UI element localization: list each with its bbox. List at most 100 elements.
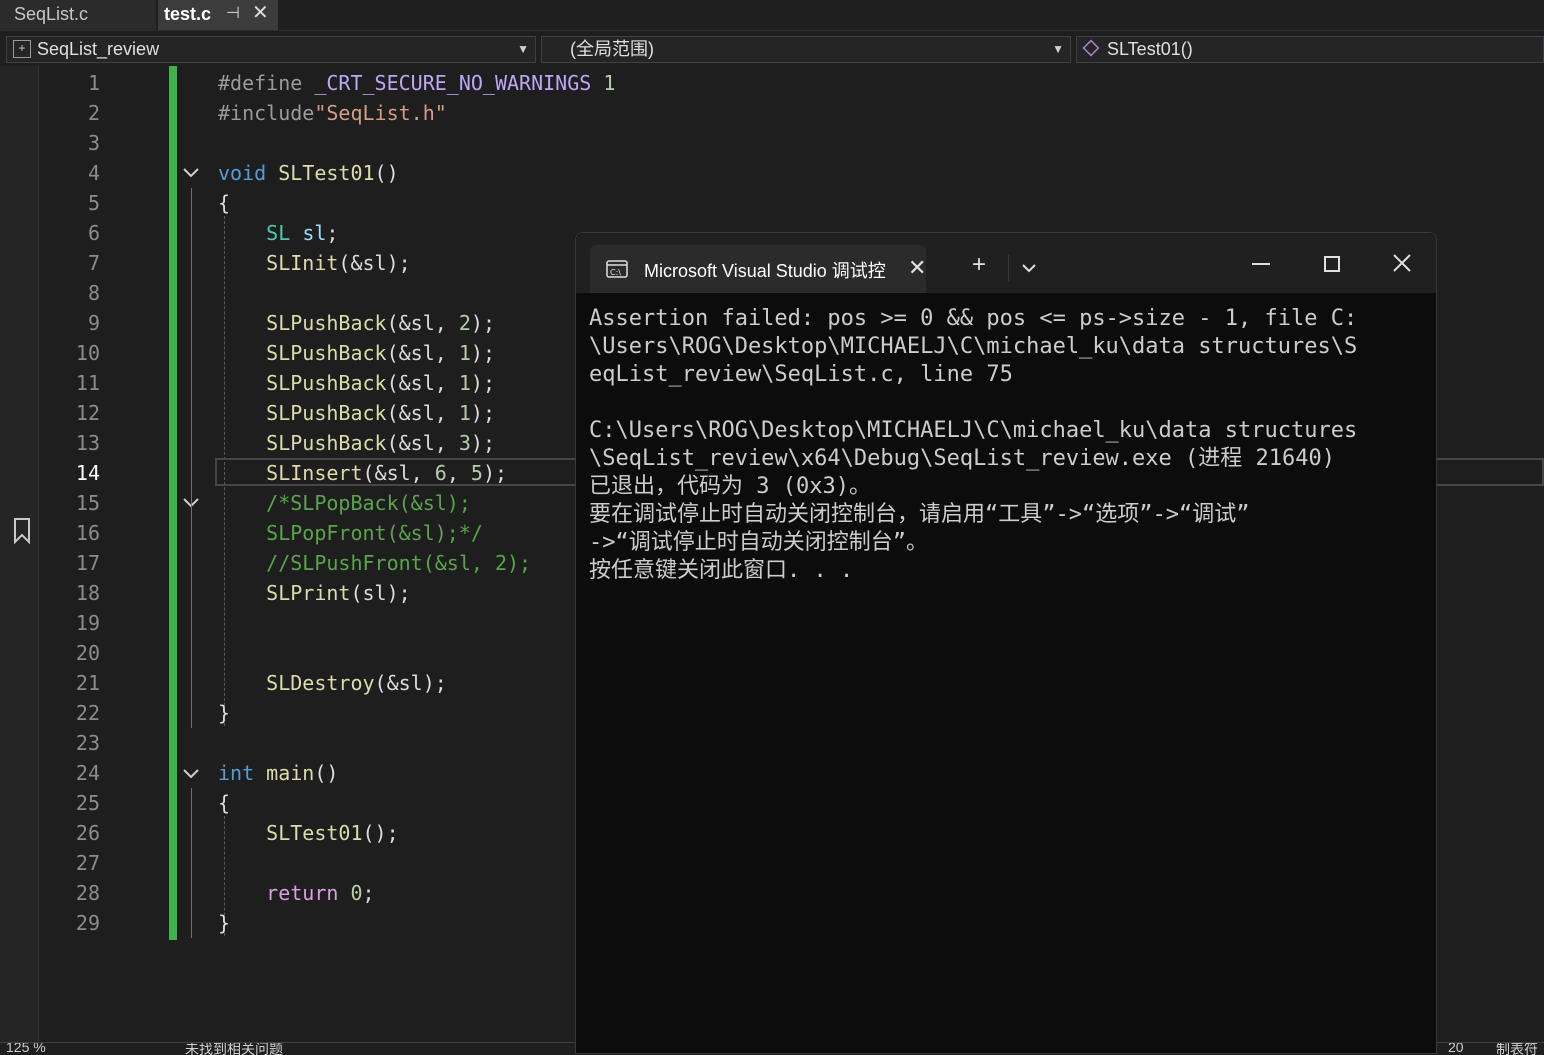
console-title-bar[interactable]: C:\ Microsoft Visual Studio 调试控 ✕ + [576,233,1436,293]
console-tab[interactable]: C:\ Microsoft Visual Studio 调试控 ✕ [590,245,926,293]
line-number: 3 [87,131,100,155]
code-line: SL sl; [266,221,339,245]
line-number: 14 [75,461,100,485]
line-number: 13 [75,431,100,455]
close-icon[interactable]: ✕ [908,255,926,281]
code-line: /*SLPopBack(&sl); [266,491,471,515]
console-line: 要在调试停止时自动关闭控制台，请启用“工具”->“选项”->“调试” [589,502,1250,527]
line-number: 11 [75,371,100,395]
issues-status[interactable]: 未找到相关问题 [185,1043,283,1055]
pin-icon[interactable]: ⊣ [226,0,240,28]
member-dropdown[interactable]: SLTest01() [1076,36,1544,63]
code-line: #define _CRT_SECURE_NO_WARNINGS 1 [218,71,616,95]
line-number: 26 [75,821,100,845]
project-name: SeqList_review [37,39,160,59]
chevron-down-icon: ▼ [517,42,529,56]
method-cube-icon [1082,39,1100,57]
maximize-icon[interactable] [1324,256,1340,272]
code-line: //SLPushFront(&sl, 2); [266,551,532,575]
code-line: SLPushBack(&sl, 1); [266,401,495,425]
line-number: 4 [87,161,100,185]
line-number: 21 [75,671,100,695]
line-number: 5 [87,191,100,215]
code-line: SLPushBack(&sl, 2); [266,311,495,335]
line-number: 29 [75,911,100,935]
member-name: SLTest01() [1107,39,1193,59]
console-line: 已退出，代码为 3 (0x3)。 [589,474,871,499]
line-number: 22 [75,701,100,725]
indicator-margin[interactable] [0,66,39,1042]
line-number: 6 [87,221,100,245]
console-line: \SeqList_review\x64\Debug\SeqList_review… [589,446,1335,471]
new-tab-icon[interactable]: + [972,253,986,277]
code-line: SLPushBack(&sl, 1); [266,341,495,365]
code-line: } [218,701,231,725]
line-info: 20 [1448,1042,1464,1055]
line-number: 15 [75,491,100,515]
window-close-icon[interactable] [1392,253,1412,273]
project-dropdown[interactable]: + SeqList_review ▼ [6,36,536,63]
scope-dropdown[interactable]: (全局范围) ▼ [541,36,1071,63]
console-output[interactable]: Assertion failed: pos >= 0 && pos <= ps-… [589,305,1429,585]
zoom-level[interactable]: 125 % [6,1043,46,1055]
fold-scope-line [191,188,192,728]
svg-text:C:\: C:\ [610,268,621,277]
console-line: eqList_review\SeqList.c, line 75 [589,362,1013,387]
line-number: 19 [75,611,100,635]
minimize-icon[interactable] [1252,263,1270,265]
line-number: 27 [75,851,100,875]
console-line: \Users\ROG\Desktop\MICHAELJ\C\michael_ku… [589,334,1358,359]
code-line: SLPushBack(&sl, 3); [266,431,495,455]
line-number: 2 [87,101,100,125]
fold-scope-line [191,788,192,938]
tab-seqlist-c[interactable]: SeqList.c [0,0,156,30]
collapse-chevron-icon[interactable] [180,763,202,785]
code-line: { [218,791,231,815]
line-number: 28 [75,881,100,905]
terminal-icon: C:\ [606,260,628,278]
code-line: { [218,191,231,215]
code-line: SLPrint(sl); [266,581,411,605]
console-line: ->“调试停止时自动关闭控制台”。 [589,530,928,555]
project-icon: + [13,40,31,58]
code-line: } [218,911,231,935]
line-number: 25 [75,791,100,815]
line-number: 17 [75,551,100,575]
close-icon[interactable]: ✕ [252,0,269,27]
console-line: Assertion failed: pos >= 0 && pos <= ps-… [589,306,1358,331]
navigation-bar: + SeqList_review ▼ (全局范围) ▼ SLTest01() [0,36,1544,64]
line-number: 10 [75,341,100,365]
tab-label: test.c [164,4,212,24]
code-line: int main() [218,761,339,785]
line-number: 1 [87,71,100,95]
line-number: 23 [75,731,100,755]
line-number: 16 [75,521,100,545]
collapse-chevron-icon[interactable] [180,162,202,184]
code-line: SLInit(&sl); [266,251,411,275]
code-line: SLDestroy(&sl); [266,671,447,695]
tab-label: SeqList.c [14,4,89,24]
code-line: #include"SeqList.h" [218,101,447,125]
code-line: SLPopFront(&sl);*/ [266,521,483,545]
code-line: SLInsert(&sl, 6, 5); [266,461,508,485]
scope-name: (全局范围) [570,39,654,59]
tab-test-c[interactable]: test.c ⊣ ✕ [158,0,278,30]
chevron-down-icon[interactable] [1020,259,1038,277]
console-line: C:\Users\ROG\Desktop\MICHAELJ\C\michael_… [589,418,1358,443]
code-line: void SLTest01() [218,161,399,185]
line-number: 20 [75,641,100,665]
console-line: 按任意键关闭此窗口. . . [589,558,854,583]
encoding-status[interactable]: 制表符 [1496,1043,1538,1055]
line-number: 9 [87,311,100,335]
bookmark-icon[interactable] [13,518,31,544]
divider [1008,255,1009,281]
chevron-down-icon: ▼ [1052,42,1064,56]
code-line: SLTest01(); [266,821,399,845]
line-number: 12 [75,401,100,425]
debug-console-window[interactable]: C:\ Microsoft Visual Studio 调试控 ✕ + Asse… [575,232,1437,1054]
code-line: return 0; [266,881,375,905]
console-tab-title: Microsoft Visual Studio 调试控 [644,261,886,281]
line-number: 18 [75,581,100,605]
change-tracking-bar [169,66,177,940]
editor-tab-bar: SeqList.c test.c ⊣ ✕ [0,0,1544,31]
